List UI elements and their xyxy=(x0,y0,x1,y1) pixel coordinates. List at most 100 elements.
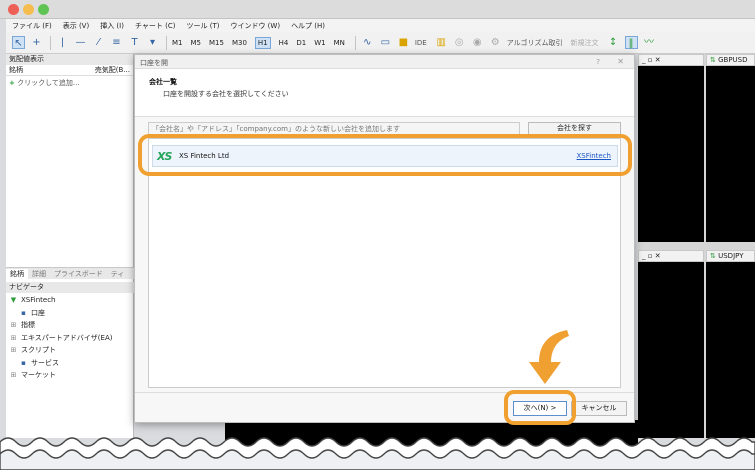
market-watch-panel: 気配値表示 銘柄 売気配(B... + クリックして追加... 銘柄 詳細 プラ… xyxy=(6,54,134,438)
metaeditor-icon[interactable]: ■ xyxy=(397,36,410,49)
maximize-window-button[interactable] xyxy=(38,4,49,15)
channel-icon[interactable]: ≡ xyxy=(110,36,123,49)
timeframe-h1[interactable]: H1 xyxy=(254,36,271,49)
timeframe-mn[interactable]: MN xyxy=(334,39,345,47)
market-watch-tabs: 銘柄 詳細 プライスボード ティ xyxy=(6,267,134,279)
menu-insert[interactable]: 挿入 (I) xyxy=(100,21,124,31)
tab-details[interactable]: 詳細 xyxy=(28,269,50,279)
nav-item-expert-advisors[interactable]: ⊞ エキスパートアドバイザ(EA) xyxy=(9,332,134,345)
nav-item-label: エキスパートアドバイザ(EA) xyxy=(21,333,113,342)
horizontal-line-icon[interactable]: — xyxy=(74,36,87,49)
bar-chart-icon[interactable]: ‖ xyxy=(624,36,638,49)
window-titlebar xyxy=(0,0,755,19)
menu-tools[interactable]: ツール (T) xyxy=(186,21,219,31)
chart-workspace: _ ▫ ✕ ⇅ GBPUSD _ ▫ ✕ ⇅ USDJPY xyxy=(638,54,755,438)
tab-price-board[interactable]: プライスボード xyxy=(50,269,107,279)
nav-item-services[interactable]: ▪ サービス xyxy=(9,357,134,370)
chart-header-mid-bottom: _ ▫ ✕ xyxy=(638,250,704,262)
services-icon: ▪ xyxy=(21,358,26,367)
navigator-tree: ▼ XSFintech ▪ 口座 ⊞ 指標 ⊞ エキスパートアドバイザ(EA) … xyxy=(9,294,134,382)
crosshair-icon[interactable]: + xyxy=(30,36,43,49)
chart-header-gbpusd[interactable]: ⇅ GBPUSD xyxy=(706,54,755,66)
add-symbol-label: クリックして追加... xyxy=(17,79,80,87)
toolbar-divider xyxy=(50,35,51,50)
main-toolbar: ↖ + | — ⁄ ≡ T ▾ M1 M5 M15 M30 H1 H4 D1 W… xyxy=(6,32,755,54)
accounts-icon: ▪ xyxy=(21,308,26,317)
algo-trading-button[interactable]: アルゴリズム取引 xyxy=(507,38,563,48)
line-chart-icon[interactable]: 〰 xyxy=(643,36,656,49)
chart-canvas[interactable] xyxy=(706,262,755,438)
menu-window[interactable]: ウインドウ (W) xyxy=(230,21,280,31)
indicator-icon[interactable]: ∿ xyxy=(361,36,374,49)
chart-symbol-label: USDJPY xyxy=(718,252,744,260)
menu-view[interactable]: 表示 (V) xyxy=(63,21,89,31)
market-watch-title: 気配値表示 xyxy=(6,54,133,65)
nav-item-indicators[interactable]: ⊞ 指標 xyxy=(9,319,134,332)
dialog-header: 会社一覧 口座を開設する会社を選択してください xyxy=(135,69,634,117)
menu-bar: ファイル (F) 表示 (V) 挿入 (I) チャート (C) ツール (T) … xyxy=(6,19,755,32)
expand-icon[interactable]: ⊞ xyxy=(9,334,18,342)
chart-header-mid-top: _ ▫ ✕ xyxy=(638,54,704,66)
vps-icon[interactable]: ◉ xyxy=(471,36,484,49)
settings-icon[interactable]: ⚙ xyxy=(489,36,502,49)
depth-icon[interactable]: ↕ xyxy=(607,36,620,49)
timeframe-h4[interactable]: H4 xyxy=(279,39,289,47)
timeframe-m15[interactable]: M15 xyxy=(209,39,224,47)
app-window: ファイル (F) 表示 (V) 挿入 (I) チャート (C) ツール (T) … xyxy=(0,0,755,470)
close-window-button[interactable] xyxy=(8,4,19,15)
market-icon[interactable]: ▥ xyxy=(435,36,448,49)
menu-chart[interactable]: チャート (C) xyxy=(135,21,176,31)
tab-ticks[interactable]: ティ xyxy=(107,269,129,279)
expand-icon[interactable]: ⊞ xyxy=(9,371,18,379)
col-bid[interactable]: 売気配(B... xyxy=(95,65,130,75)
dialog-subheading: 口座を開設する会社を選択してください xyxy=(163,90,289,98)
tab-symbols[interactable]: 銘柄 xyxy=(6,268,28,279)
dialog-heading: 会社一覧 xyxy=(149,78,177,86)
nav-item-label: マーケット xyxy=(21,371,56,380)
pointer-arrow-icon xyxy=(529,330,569,384)
help-icon[interactable]: ? xyxy=(596,58,600,66)
nav-item-label: スクリプト xyxy=(21,346,56,355)
menu-help[interactable]: ヘルプ (H) xyxy=(291,21,325,31)
nav-item-market[interactable]: ⊞ マーケット xyxy=(9,369,134,382)
toolbar-divider xyxy=(354,35,356,50)
chart-symbol-icon: ⇅ xyxy=(710,56,716,64)
company-highlight-ring xyxy=(138,134,632,176)
add-symbol-row[interactable]: + クリックして追加... xyxy=(6,78,133,88)
navigator-title: ナビゲータ xyxy=(6,282,134,293)
text-tool-icon[interactable]: T xyxy=(128,36,141,49)
minimize-window-button[interactable] xyxy=(23,4,34,15)
new-order-button[interactable]: 新規注文 xyxy=(571,38,599,48)
close-icon[interactable]: ✕ xyxy=(617,57,624,66)
nav-item-accounts[interactable]: ▪ 口座 xyxy=(9,307,134,320)
ide-button[interactable]: IDE xyxy=(415,39,427,47)
chart-header-usdjpy[interactable]: ⇅ USDJPY xyxy=(706,250,755,262)
shapes-icon[interactable]: ▾ xyxy=(146,36,159,49)
nav-item-label: 口座 xyxy=(31,308,45,317)
template-icon[interactable]: ▭ xyxy=(379,36,392,49)
next-button-highlight-ring xyxy=(504,390,576,425)
cursor-icon[interactable]: ↖ xyxy=(12,36,25,49)
trend-line-icon[interactable]: ⁄ xyxy=(92,36,105,49)
nav-item-broker[interactable]: ▼ XSFintech xyxy=(9,294,134,307)
timeframe-m5[interactable]: M5 xyxy=(191,39,202,47)
vertical-line-icon[interactable]: | xyxy=(56,36,69,49)
expand-icon[interactable]: ⊞ xyxy=(9,346,18,354)
timeframe-m30[interactable]: M30 xyxy=(232,39,247,47)
timeframe-m1[interactable]: M1 xyxy=(172,39,183,47)
chart-canvas[interactable] xyxy=(638,262,704,438)
timeframe-w1[interactable]: W1 xyxy=(314,39,325,47)
col-symbol[interactable]: 銘柄 xyxy=(9,65,23,75)
nav-item-label: XSFintech xyxy=(21,296,56,305)
signals-icon[interactable]: ◎ xyxy=(453,36,466,49)
nav-item-scripts[interactable]: ⊞ スクリプト xyxy=(9,344,134,357)
timeframe-d1[interactable]: D1 xyxy=(296,39,306,47)
plus-icon: + xyxy=(9,79,15,87)
expand-icon[interactable]: ⊞ xyxy=(9,321,18,329)
chart-canvas[interactable] xyxy=(706,66,755,242)
torn-edge-decoration xyxy=(0,437,755,470)
menu-file[interactable]: ファイル (F) xyxy=(12,21,52,31)
chart-canvas[interactable] xyxy=(638,66,704,242)
nav-item-label: サービス xyxy=(31,358,59,367)
cancel-button[interactable]: キャンセル xyxy=(571,401,627,416)
